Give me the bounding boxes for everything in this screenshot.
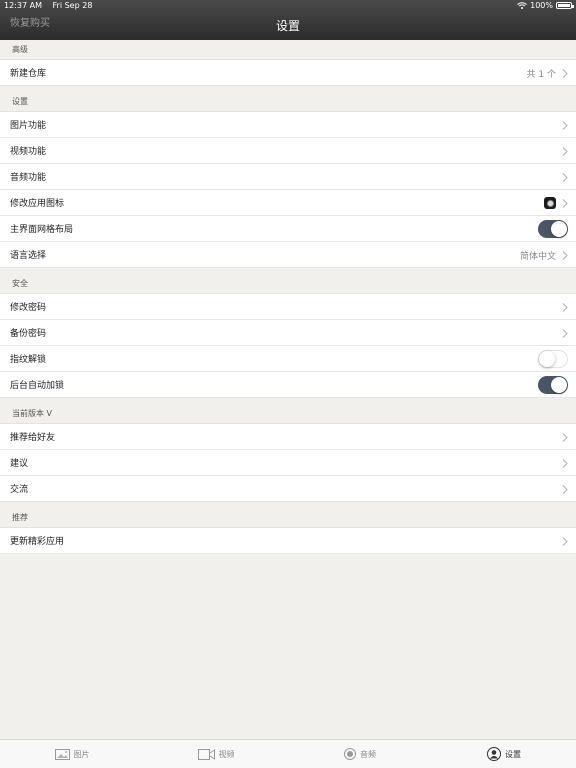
tab-label: 音频 [360, 749, 376, 759]
row-suggestions[interactable]: 建议 [0, 450, 576, 476]
chevron-right-icon [562, 172, 568, 182]
row-recommend-friends[interactable]: 推荐给好友 [0, 424, 576, 450]
row-label: 更新精彩应用 [10, 537, 65, 547]
chevron-right-icon [562, 146, 568, 156]
chevron-right-icon [562, 198, 568, 208]
audio-icon [344, 748, 356, 760]
chevron-right-icon [562, 536, 568, 546]
app-icon-preview-icon [544, 197, 556, 209]
chevron-right-icon [562, 250, 568, 260]
chevron-right-icon [562, 68, 568, 78]
row-video-features[interactable]: 视频功能 [0, 138, 576, 164]
fingerprint-toggle[interactable] [538, 350, 568, 368]
chevron-right-icon [562, 458, 568, 468]
row-label: 新建仓库 [10, 69, 47, 79]
status-bar-left: 12:37 AM Fri Sep 28 [4, 1, 100, 10]
section-header-recommended: 推荐 [0, 502, 576, 528]
tab-bar: 图片 视频 音频 设置 [0, 739, 576, 768]
repository-count: 共 1 个 [526, 69, 556, 80]
grid-layout-toggle[interactable] [538, 220, 568, 238]
row-photo-features[interactable]: 图片功能 [0, 112, 576, 138]
row-label: 音频功能 [10, 173, 47, 183]
tab-photos[interactable]: 图片 [0, 740, 144, 768]
language-value: 简体中文 [519, 251, 556, 262]
row-language[interactable]: 语言选择 简体中文 [0, 242, 576, 268]
row-label: 视频功能 [10, 147, 47, 157]
row-auto-lock: 后台自动加锁 [0, 372, 576, 398]
tab-label: 设置 [505, 749, 521, 759]
row-label: 交流 [10, 485, 29, 495]
status-bar-right: 100% [517, 1, 574, 10]
chevron-right-icon [562, 120, 568, 130]
navigation-bar: 12:37 AM Fri Sep 28 100% 恢复购买 设置 [0, 0, 576, 40]
row-label: 修改密码 [10, 303, 47, 313]
section-header-security: 安全 [0, 268, 576, 294]
status-date: Fri Sep 28 [52, 1, 93, 10]
chevron-right-icon [562, 328, 568, 338]
section-header-advanced: 高级 [0, 40, 576, 60]
photo-icon [54, 748, 70, 760]
tab-label: 图片 [73, 749, 90, 759]
tab-audio[interactable]: 音频 [288, 740, 432, 768]
row-new-repository[interactable]: 新建仓库 共 1 个 [0, 60, 576, 86]
tab-videos[interactable]: 视频 [144, 740, 288, 768]
row-label: 图片功能 [10, 121, 47, 131]
chevron-right-icon [562, 302, 568, 312]
row-grid-layout: 主界面网格布局 [0, 216, 576, 242]
row-label: 建议 [10, 459, 29, 469]
row-label: 主界面网格布局 [10, 225, 74, 235]
video-icon [197, 748, 215, 760]
row-backup-password[interactable]: 备份密码 [0, 320, 576, 346]
section-header-settings: 设置 [0, 86, 576, 112]
row-label: 推荐给好友 [10, 433, 56, 443]
battery-percent: 100% [530, 1, 553, 10]
wifi-icon [517, 2, 527, 9]
row-label: 后台自动加锁 [10, 381, 65, 391]
row-fingerprint-unlock: 指纹解锁 [0, 346, 576, 372]
tab-settings[interactable]: 设置 [432, 740, 576, 768]
settings-list: 高级 新建仓库 共 1 个 设置 图片功能 视频功能 音频功能 修改应用图标 主… [0, 40, 576, 554]
user-icon [487, 747, 501, 761]
row-audio-features[interactable]: 音频功能 [0, 164, 576, 190]
row-label: 修改应用图标 [10, 199, 65, 209]
row-label: 指纹解锁 [10, 355, 47, 365]
row-change-password[interactable]: 修改密码 [0, 294, 576, 320]
chevron-right-icon [562, 484, 568, 494]
section-header-version: 当前版本 V [0, 398, 576, 424]
battery-icon [556, 2, 574, 9]
auto-lock-toggle[interactable] [538, 376, 568, 394]
status-time: 12:37 AM [4, 1, 42, 10]
row-change-app-icon[interactable]: 修改应用图标 [0, 190, 576, 216]
chevron-right-icon [562, 432, 568, 442]
row-label: 语言选择 [10, 251, 47, 261]
row-label: 备份密码 [10, 329, 47, 339]
page-title: 设置 [275, 19, 300, 33]
tab-label: 视频 [218, 749, 235, 759]
row-more-apps[interactable]: 更新精彩应用 [0, 528, 576, 554]
row-communication[interactable]: 交流 [0, 476, 576, 502]
